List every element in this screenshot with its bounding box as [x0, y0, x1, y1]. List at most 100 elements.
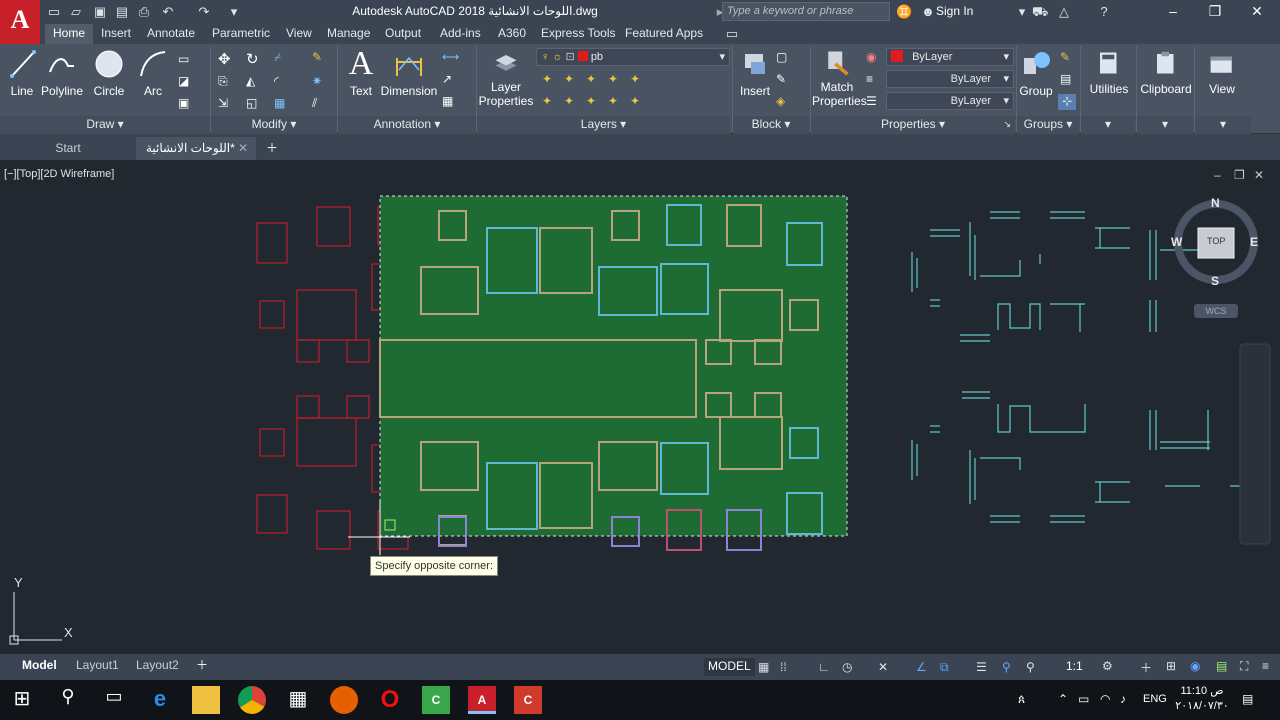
tab-layout2[interactable]: Layout2 [130, 656, 185, 676]
mirror-icon[interactable]: ◭ [246, 74, 262, 90]
groups-panel-footer[interactable]: Groups ▾ [1017, 116, 1079, 134]
layer-lock-icon[interactable]: ✦ [608, 72, 624, 88]
redo-icon[interactable]: ↷ [196, 4, 212, 20]
workspace-gear-icon[interactable]: ⚙ [1102, 659, 1113, 673]
modify-panel-footer[interactable]: Modify ▾ [211, 116, 337, 134]
insert-button[interactable]: Insert [730, 48, 780, 98]
snap-icon[interactable]: ⁞⁞ [780, 660, 787, 674]
calculator-icon[interactable]: ▦ [284, 686, 312, 714]
undo-icon[interactable]: ↶ [160, 4, 176, 20]
viewcube-east[interactable]: E [1250, 235, 1258, 249]
layer-unlock-icon[interactable]: ✦ [608, 94, 624, 110]
leader-icon[interactable]: ↗ [442, 72, 458, 88]
boundary-icon[interactable]: ▣ [178, 96, 194, 112]
polyline-button[interactable]: Polyline [38, 48, 86, 98]
rotate-icon[interactable]: ↻ [246, 50, 262, 68]
hardware-accel-icon[interactable]: ▤ [1216, 659, 1227, 673]
offset-icon[interactable]: ⫽ [312, 96, 328, 112]
tab-manage[interactable]: Manage [319, 24, 378, 44]
qat-dropdown-icon[interactable]: ▾ [226, 4, 242, 20]
fillet-icon[interactable]: ◜ [274, 74, 290, 90]
cart-icon[interactable]: ⛟ [1032, 4, 1048, 20]
file-explorer-icon[interactable] [192, 686, 220, 714]
explode-icon[interactable]: ✷ [312, 74, 328, 90]
tab-annotate[interactable]: Annotate [139, 24, 203, 44]
otrack-icon[interactable]: ∠ [916, 660, 927, 674]
tab-featured-apps[interactable]: Featured Apps [617, 24, 711, 44]
group-select-icon[interactable]: ⊹ [1058, 94, 1076, 110]
grid-icon[interactable]: ▦ [758, 660, 769, 674]
tab-express-tools[interactable]: Express Tools [533, 24, 623, 44]
erase-icon[interactable]: ✎ [312, 50, 328, 66]
tab-start[interactable]: Start [0, 137, 136, 160]
task-view-icon[interactable]: ▭ [100, 686, 128, 714]
layer-thaw-icon[interactable]: ✦ [586, 94, 602, 110]
viewcube-west[interactable]: W [1171, 235, 1182, 249]
opera-icon[interactable]: O [376, 686, 404, 714]
dimension-button[interactable]: Dimension [380, 48, 438, 98]
save-as-icon[interactable]: ▤ [114, 4, 130, 20]
viewcube-north[interactable]: N [1211, 196, 1220, 210]
input-language[interactable]: ENG [1143, 693, 1167, 705]
color-dropdown[interactable]: ByLayer ▾ [886, 48, 1014, 66]
group-edit-icon[interactable]: ▤ [1060, 72, 1076, 88]
tab-a360[interactable]: A360 [490, 24, 534, 44]
clipboard-footer[interactable]: ▾ [1137, 116, 1193, 134]
copy-icon[interactable]: ⎘ [218, 74, 234, 90]
autoscale-icon[interactable]: ⚲ [1026, 660, 1035, 674]
print-icon[interactable]: ⎙ [136, 4, 152, 20]
chevron-up-icon[interactable]: ⌃ [1058, 692, 1068, 706]
close-button[interactable]: ✕ [1234, 0, 1280, 24]
circle-button[interactable]: Circle [84, 48, 134, 98]
stretch-icon[interactable]: ⇲ [218, 96, 234, 112]
hatch-icon[interactable]: ◪ [178, 74, 194, 90]
rectangle-icon[interactable]: ▭ [178, 52, 194, 68]
autocad-logo-icon[interactable]: A [0, 0, 40, 44]
wcs-menu[interactable]: WCS [1194, 304, 1238, 318]
user-icon[interactable]: ☻ [920, 4, 936, 20]
navigation-bar[interactable] [1239, 343, 1271, 545]
layer-properties-button[interactable]: Layer Properties [478, 48, 534, 108]
create-block-icon[interactable]: ▢ [776, 50, 792, 66]
trim-icon[interactable]: ⌿ [274, 50, 290, 66]
binoculars-icon[interactable]: ♊ [896, 4, 912, 20]
scale-icon[interactable]: ◱ [246, 96, 262, 112]
text-button[interactable]: A Text [336, 47, 386, 99]
tab-model[interactable]: Model [16, 656, 63, 676]
osnap-icon[interactable]: ✕ [878, 660, 888, 674]
ortho-icon[interactable]: ∟ [818, 660, 830, 674]
new-file-icon[interactable]: ▭ [46, 4, 62, 20]
clipboard-button[interactable]: Clipboard [1138, 48, 1194, 96]
utilities-footer[interactable]: ▾ [1081, 116, 1135, 134]
autocad-taskbar-icon[interactable]: A [468, 686, 496, 714]
chevron-down-icon[interactable]: ▾ [1014, 4, 1030, 20]
add-layout-button[interactable]: ＋ [190, 656, 214, 676]
tab-add-ins[interactable]: Add-ins [432, 24, 489, 44]
tab-insert[interactable]: Insert [93, 24, 139, 44]
clock[interactable]: 11:10 ص ٢٠١٨/٠٧/٣٠ [1172, 684, 1232, 714]
battery-icon[interactable]: ▭ [1078, 692, 1089, 706]
save-icon[interactable]: ▣ [92, 4, 108, 20]
wifi-icon[interactable]: ◠ [1100, 692, 1110, 706]
sign-in-button[interactable]: Sign In [936, 4, 973, 18]
new-tab-button[interactable]: ＋ [262, 137, 282, 160]
tab-drawing[interactable]: اللوحات الانشائية* ✕ [136, 137, 256, 160]
drawing-viewport[interactable]: [−][Top][2D Wireframe] – ❐ ✕ N S E W TOP… [0, 160, 1280, 654]
people-icon[interactable]: ጰ [1018, 692, 1025, 707]
camtasia-icon[interactable]: C [422, 686, 450, 714]
isolate-objects-icon[interactable]: ◉ [1190, 659, 1200, 673]
layer-isolate-icon[interactable]: ✦ [564, 72, 580, 88]
model-space-button[interactable]: MODEL [704, 658, 755, 676]
match-layer-icon[interactable]: ✦ [630, 94, 646, 110]
notifications-icon[interactable]: ▤ [1242, 692, 1253, 706]
search-icon[interactable]: ⚲ [54, 686, 82, 714]
polar-icon[interactable]: ◷ [842, 660, 852, 674]
make-current-icon[interactable]: ✦ [630, 72, 646, 88]
table-icon[interactable]: ▦ [442, 94, 458, 110]
clean-screen-icon[interactable]: ⛶ [1240, 659, 1248, 674]
edit-block-icon[interactable]: ✎ [776, 72, 792, 88]
block-panel-footer[interactable]: Block ▾ [733, 116, 809, 134]
lineweight-dropdown[interactable]: ByLayer ▾ [886, 92, 1014, 110]
units-icon[interactable]: ⊞ [1166, 659, 1176, 673]
layer-on-icon[interactable]: ✦ [542, 94, 558, 110]
